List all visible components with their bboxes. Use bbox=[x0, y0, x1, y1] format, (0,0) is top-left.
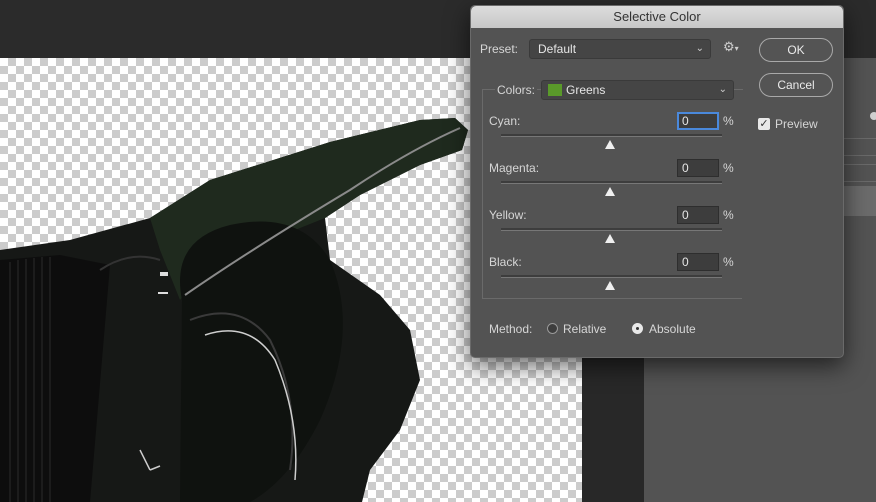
magenta-label: Magenta: bbox=[489, 161, 540, 175]
panel-selected-layer[interactable] bbox=[840, 186, 876, 216]
relative-radio[interactable] bbox=[547, 323, 558, 334]
preset-label: Preset: bbox=[480, 42, 519, 56]
method-label: Method: bbox=[489, 322, 533, 336]
colors-label: Colors: bbox=[495, 83, 538, 97]
colors-select[interactable]: Greens ⌄ bbox=[541, 80, 734, 100]
cyan-unit: % bbox=[723, 114, 734, 128]
cyan-label: Cyan: bbox=[489, 114, 521, 128]
chevron-down-icon: ⌄ bbox=[695, 43, 704, 54]
magenta-slider-thumb[interactable] bbox=[605, 187, 615, 196]
yellow-slider-track[interactable] bbox=[501, 228, 722, 231]
yellow-input[interactable]: 0 bbox=[677, 206, 719, 224]
preview-label: Preview bbox=[775, 117, 818, 131]
panel-control[interactable] bbox=[842, 164, 876, 182]
magenta-unit: % bbox=[723, 161, 734, 175]
selective-color-dialog: Selective Color Preset: Default ⌄ ⚙▾ OK … bbox=[470, 5, 844, 358]
green-swatch bbox=[548, 84, 562, 96]
cancel-button[interactable]: Cancel bbox=[759, 73, 833, 97]
yellow-unit: % bbox=[723, 208, 734, 222]
yellow-slider-thumb[interactable] bbox=[605, 234, 615, 243]
gear-icon[interactable]: ⚙▾ bbox=[723, 39, 739, 55]
magenta-slider-track[interactable] bbox=[501, 181, 722, 184]
cyan-slider-thumb[interactable] bbox=[605, 140, 615, 149]
yellow-label: Yellow: bbox=[489, 208, 527, 222]
black-label: Black: bbox=[489, 255, 522, 269]
preview-checkbox[interactable]: ✓ bbox=[758, 118, 770, 130]
cyan-input[interactable]: 0 bbox=[677, 112, 719, 130]
absolute-radio[interactable] bbox=[632, 323, 643, 334]
group-divider bbox=[482, 298, 742, 299]
colors-value: Greens bbox=[566, 83, 606, 97]
preset-select[interactable]: Default ⌄ bbox=[529, 39, 711, 59]
chevron-down-icon: ⌄ bbox=[718, 84, 727, 95]
magenta-input[interactable]: 0 bbox=[677, 159, 719, 177]
black-slider-track[interactable] bbox=[501, 275, 722, 278]
preset-value: Default bbox=[538, 42, 577, 56]
black-slider-thumb[interactable] bbox=[605, 281, 615, 290]
black-unit: % bbox=[723, 255, 734, 269]
ok-button[interactable]: OK bbox=[759, 38, 833, 62]
cyan-slider-track[interactable] bbox=[501, 134, 722, 137]
black-input[interactable]: 0 bbox=[677, 253, 719, 271]
panel-control[interactable] bbox=[842, 138, 876, 156]
absolute-label: Absolute bbox=[649, 322, 696, 336]
relative-label: Relative bbox=[563, 322, 607, 336]
panel-indicator-dot bbox=[870, 112, 876, 120]
dialog-title: Selective Color bbox=[471, 6, 843, 28]
